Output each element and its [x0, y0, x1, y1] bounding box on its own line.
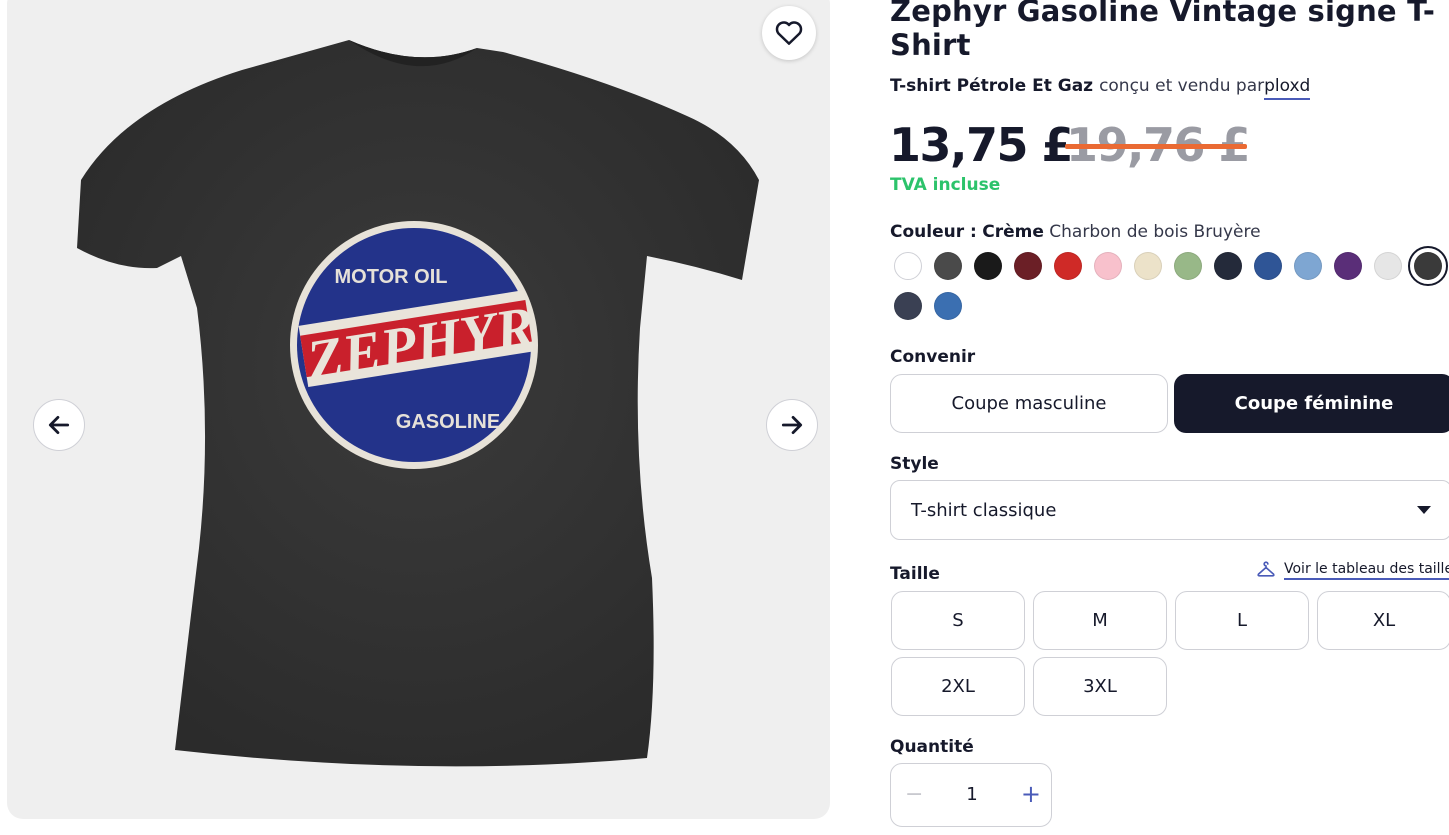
color-swatch-navy[interactable]: [1208, 246, 1248, 286]
svg-text:MOTOR OIL: MOTOR OIL: [335, 266, 448, 288]
style-label: Style: [890, 454, 939, 474]
color-swatch-dot: [1214, 252, 1242, 280]
heart-icon: [775, 21, 803, 45]
color-swatch-heather-white[interactable]: [1368, 246, 1408, 286]
fit-female-button[interactable]: Coupe féminine: [1174, 374, 1449, 433]
color-swatch-maroon[interactable]: [1008, 246, 1048, 286]
color-swatch-dot: [1414, 252, 1442, 280]
size-3xl-button[interactable]: 3XL: [1033, 657, 1167, 716]
current-price: 13,75 £: [889, 118, 1074, 172]
color-swatch-charcoal[interactable]: [928, 246, 968, 286]
arrow-right-icon: [781, 416, 803, 434]
artist-link[interactable]: ploxd: [1264, 76, 1311, 100]
color-swatch-dot: [1254, 252, 1282, 280]
product-page: MOTOR OIL ZEPHYR GASOLINE Zephyr Gasolin…: [0, 0, 1449, 835]
color-swatch-dot: [934, 292, 962, 320]
color-swatch-dot: [934, 252, 962, 280]
color-label-prefix: Couleur :: [890, 222, 977, 242]
fit-label: Convenir: [890, 347, 976, 367]
color-swatch-dot: [1094, 252, 1122, 280]
color-swatch-purple[interactable]: [1328, 246, 1368, 286]
color-swatch-dot: [1174, 252, 1202, 280]
product-title: Zephyr Gasoline Vintage signe T-Shirt: [890, 0, 1436, 62]
other-color-names: Charbon de bois Bruyère: [1049, 222, 1261, 242]
color-swatch-dot: [894, 252, 922, 280]
arrow-left-icon: [48, 416, 70, 434]
color-swatch-red[interactable]: [1048, 246, 1088, 286]
color-swatch-royal[interactable]: [1248, 246, 1288, 286]
selected-color-name: Crème: [982, 222, 1044, 242]
color-swatch-dark-slate[interactable]: [888, 286, 928, 326]
increase-quantity-button[interactable]: +: [1021, 780, 1041, 808]
product-byline: T-shirt Pétrole Et Gaz conçu et vendu par…: [890, 76, 1311, 100]
product-image: MOTOR OIL ZEPHYR GASOLINE: [77, 40, 759, 767]
size-chart-link[interactable]: Voir le tableau des tailles: [1256, 560, 1449, 580]
size-s-button[interactable]: S: [891, 591, 1025, 650]
designed-by-text: conçu et vendu par: [1099, 76, 1265, 96]
size-l-button[interactable]: L: [1175, 591, 1309, 650]
chevron-down-icon: [1417, 506, 1431, 514]
color-swatch-dot: [1294, 252, 1322, 280]
fit-male-button[interactable]: Coupe masculine: [890, 374, 1168, 433]
color-swatch-dot: [1054, 252, 1082, 280]
color-swatch-pink[interactable]: [1088, 246, 1128, 286]
zephyr-logo: MOTOR OIL ZEPHYR GASOLINE: [290, 221, 539, 469]
next-image-button[interactable]: [766, 399, 818, 451]
price-strikethrough: [1065, 144, 1247, 149]
color-swatch-white[interactable]: [888, 246, 928, 286]
style-select[interactable]: T-shirt classique: [890, 480, 1449, 540]
color-swatch-dot: [1374, 252, 1402, 280]
color-swatch-dot: [1334, 252, 1362, 280]
product-category[interactable]: T-shirt Pétrole Et Gaz: [890, 76, 1093, 96]
color-swatch-black[interactable]: [968, 246, 1008, 286]
product-gallery: MOTOR OIL ZEPHYR GASOLINE: [7, 0, 830, 819]
size-2xl-button[interactable]: 2XL: [891, 657, 1025, 716]
color-label: Couleur : Crème Charbon de bois Bruyère: [890, 222, 1261, 242]
color-swatch-dot: [1014, 252, 1042, 280]
color-swatch-cream[interactable]: [1128, 246, 1168, 286]
svg-text:GASOLINE: GASOLINE: [396, 411, 500, 433]
size-xl-button[interactable]: XL: [1317, 591, 1449, 650]
hanger-icon: [1257, 561, 1275, 577]
color-swatch-dot: [974, 252, 1002, 280]
favorite-button[interactable]: [762, 6, 816, 60]
vat-note: TVA incluse: [890, 175, 1001, 195]
quantity-label: Quantité: [890, 737, 974, 757]
size-chart-text: Voir le tableau des tailles: [1284, 561, 1449, 580]
quantity-stepper: − 1 +: [890, 763, 1052, 827]
color-swatch-dot: [894, 292, 922, 320]
size-label: Taille: [890, 564, 940, 584]
color-swatch-charcoal-heather[interactable]: [1408, 246, 1448, 286]
size-m-button[interactable]: M: [1033, 591, 1167, 650]
color-swatch-light-blue[interactable]: [1288, 246, 1328, 286]
color-swatch-sage[interactable]: [1168, 246, 1208, 286]
previous-image-button[interactable]: [33, 399, 85, 451]
style-selected-value: T-shirt classique: [911, 499, 1057, 521]
color-swatch-dot: [1134, 252, 1162, 280]
color-swatch-blue-heather[interactable]: [928, 286, 968, 326]
